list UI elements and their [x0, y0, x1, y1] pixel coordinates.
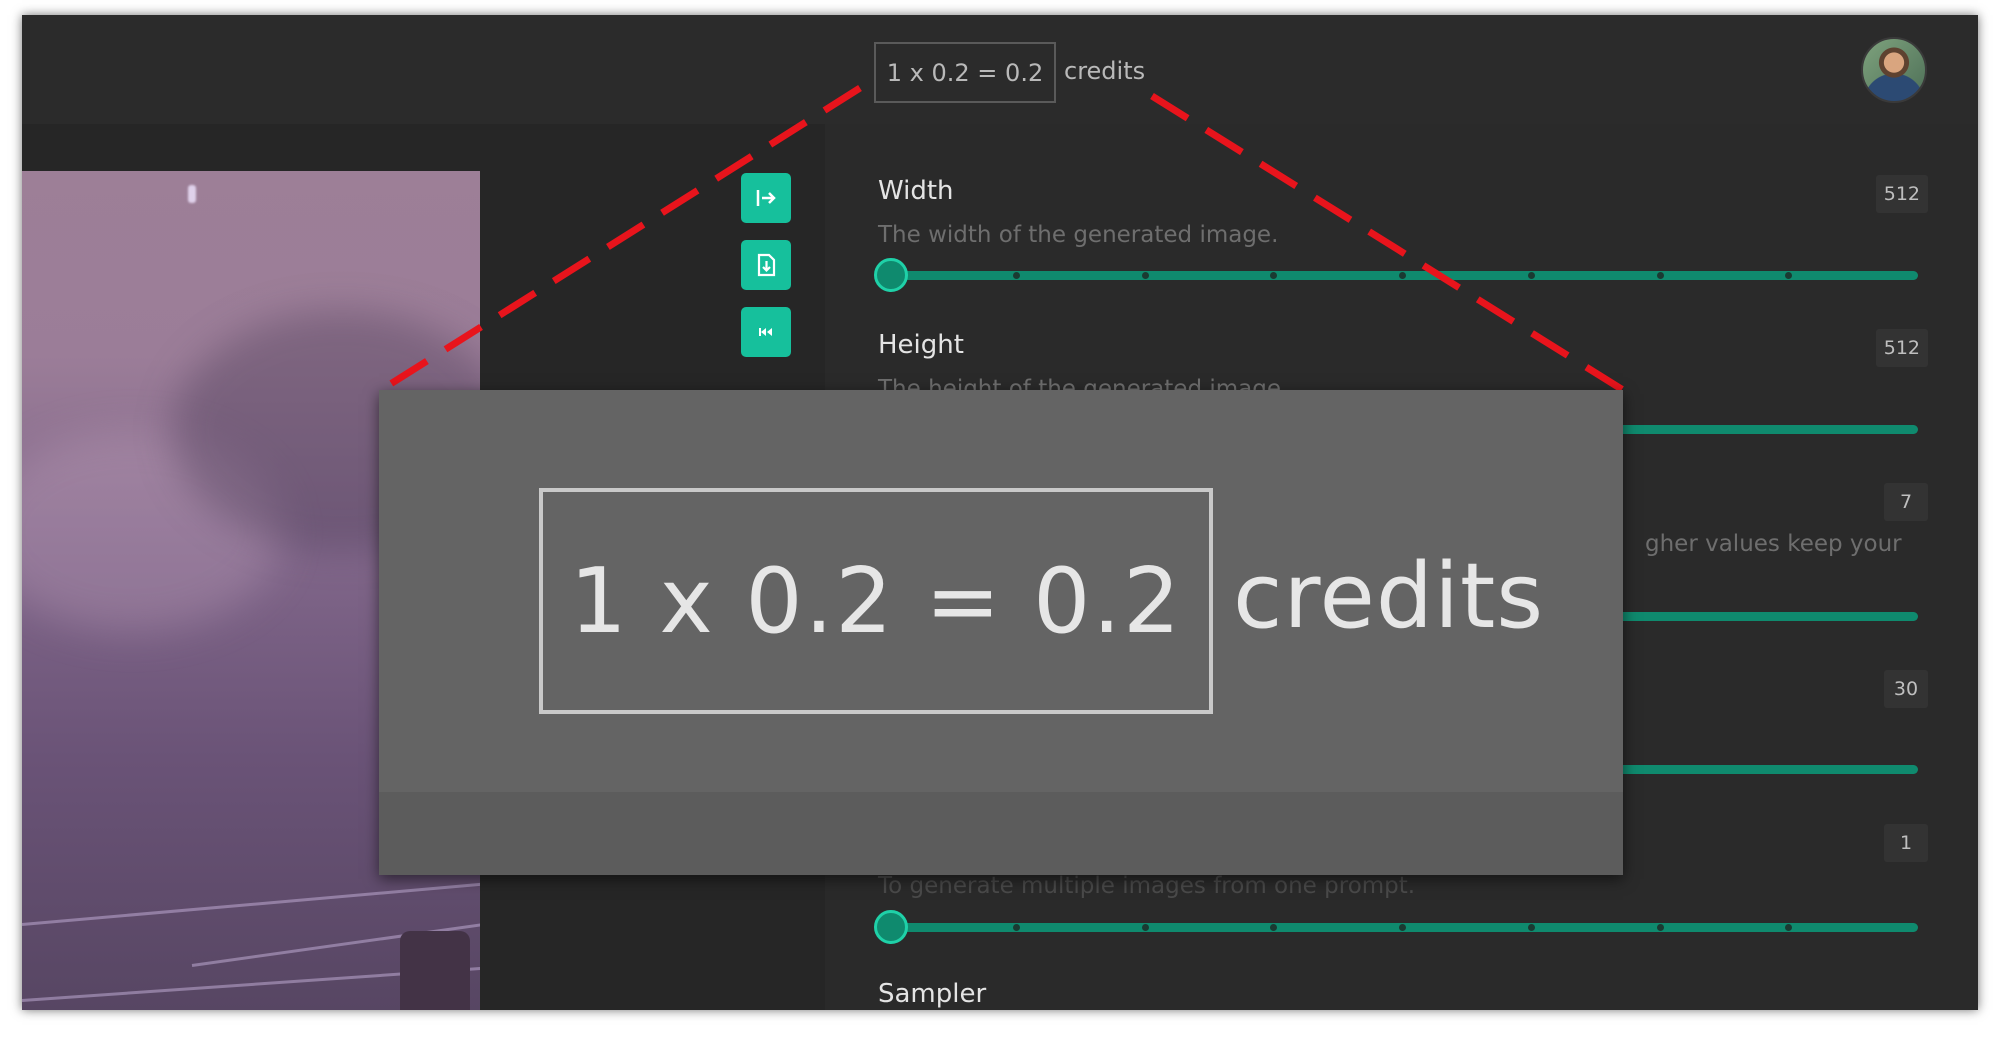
export-button[interactable] [741, 173, 791, 223]
width-slider-thumb[interactable] [874, 258, 908, 292]
credit-cost-box: 1 x 0.2 = 0.2 [874, 42, 1056, 103]
image-rock [400, 931, 470, 1010]
download-button[interactable] [741, 240, 791, 290]
cfg-value-badge: 7 [1884, 483, 1928, 521]
count-slider-track[interactable] [888, 923, 1918, 932]
export-arrow-icon [756, 190, 776, 206]
download-file-icon [757, 253, 776, 277]
count-description: To generate multiple images from one pro… [878, 873, 1416, 899]
credit-cost-expression: 1 x 0.2 = 0.2 [886, 58, 1044, 87]
steps-value-badge: 30 [1884, 670, 1928, 708]
count-slider-thumb[interactable] [874, 910, 908, 944]
rewind-button[interactable] [741, 307, 791, 357]
image-light-streak [22, 874, 480, 926]
top-bar: 1 x 0.2 = 0.2 credits [22, 15, 1978, 124]
rewind-icon [759, 328, 772, 336]
width-value-badge: 512 [1875, 175, 1928, 213]
height-value-badge: 512 [1875, 329, 1928, 367]
height-title: Height [878, 330, 964, 360]
width-title: Width [878, 176, 954, 206]
width-description: The width of the generated image. [878, 222, 1279, 248]
count-value-badge: 1 [1884, 824, 1928, 862]
zoom-cost-unit: credits [1233, 544, 1545, 649]
zoom-cost-box: 1 x 0.2 = 0.2 [539, 488, 1213, 714]
zoom-cost-expression: 1 x 0.2 = 0.2 [569, 548, 1183, 654]
zoom-callout: 1 x 0.2 = 0.2 credits [379, 390, 1623, 875]
width-slider-track[interactable] [888, 271, 1918, 280]
credit-cost-unit: credits [1064, 57, 1146, 85]
user-avatar[interactable] [1861, 37, 1927, 103]
sampler-title: Sampler [878, 979, 987, 1009]
cfg-description: gher values keep your [1645, 531, 1902, 557]
image-star [188, 185, 196, 203]
zoom-bottom-strip [379, 792, 1623, 875]
